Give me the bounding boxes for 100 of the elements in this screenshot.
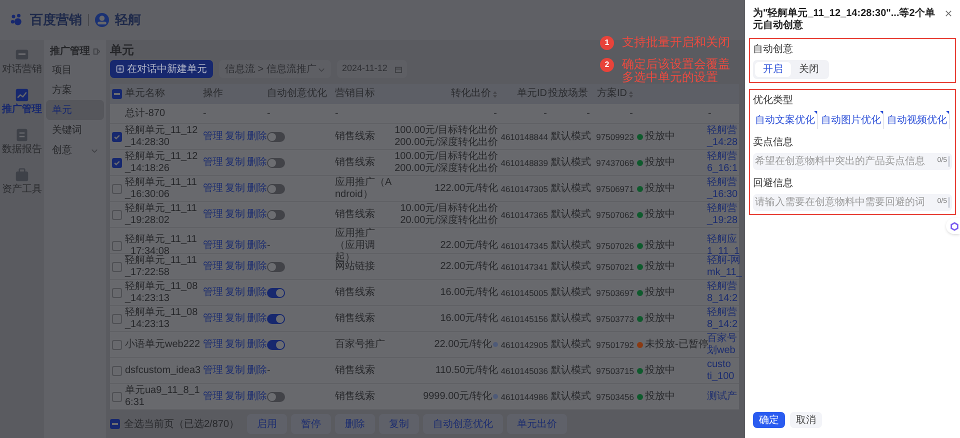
segment-option[interactable]: 关闭 (791, 62, 827, 77)
plan-name-link[interactable]: 轻舸营 (707, 124, 739, 136)
row-checkbox[interactable] (112, 392, 122, 402)
floating-button[interactable] (946, 218, 960, 234)
plan-name-link[interactable]: 轻舸营 (707, 150, 739, 162)
new-unit-button[interactable]: 在对话中新建单元 (110, 60, 213, 78)
batch-button[interactable]: 暂停 (291, 414, 332, 434)
action-link[interactable]: 删除 (247, 390, 267, 402)
row-checkbox[interactable] (112, 158, 122, 168)
action-link[interactable]: 管理 (203, 260, 223, 272)
plan-name-link[interactable]: _19:28 (707, 214, 739, 226)
plan-name-link[interactable]: 轻舸营 (707, 306, 739, 318)
nav-item[interactable]: 单元 (46, 100, 104, 120)
action-link[interactable]: 管理 (203, 390, 223, 402)
action-link[interactable]: 复制 (225, 260, 245, 272)
toggle-switch[interactable] (267, 132, 285, 142)
plan-name-link[interactable]: 8_14:2 (707, 318, 739, 330)
action-link[interactable]: 管理 (203, 156, 223, 168)
select-all-checkbox[interactable] (110, 419, 120, 429)
option-chip[interactable]: 自动视频优化 (885, 111, 950, 129)
plan-name-link[interactable]: 6_16:1 (707, 162, 739, 174)
action-link[interactable]: 删除 (247, 208, 267, 220)
info-icon[interactable] (493, 394, 498, 399)
plan-name-link[interactable]: _14:28 (707, 136, 739, 148)
batch-button[interactable]: 复制 (379, 414, 420, 434)
action-link[interactable]: 管理 (203, 338, 223, 350)
plan-name-link[interactable]: 轻舸营 (707, 280, 739, 292)
option-chip[interactable]: 自动文案优化 (753, 111, 818, 129)
toggle-switch[interactable] (267, 288, 285, 298)
cancel-button[interactable]: 取消 (790, 412, 822, 428)
nav-item[interactable]: 创意 (46, 140, 104, 160)
row-checkbox[interactable] (112, 262, 122, 272)
action-link[interactable]: 复制 (225, 156, 245, 168)
action-link[interactable]: 管理 (203, 286, 223, 298)
action-link[interactable]: 复制 (225, 390, 245, 402)
action-link[interactable]: 删除 (247, 182, 267, 194)
toggle-switch[interactable] (267, 340, 285, 350)
plan-name-link[interactable]: ti_100 (707, 370, 739, 382)
action-link[interactable]: 删除 (247, 240, 267, 252)
toggle-switch[interactable] (267, 314, 285, 324)
action-link[interactable]: 复制 (225, 130, 245, 142)
row-checkbox[interactable] (112, 288, 122, 298)
plan-name-link[interactable]: 轻舸-网 (707, 254, 739, 266)
toggle-switch[interactable] (267, 184, 285, 194)
plan-name-link[interactable]: 轻舸营 (707, 202, 739, 214)
plan-name-link[interactable]: _16:30 (707, 188, 739, 200)
action-link[interactable]: 复制 (225, 286, 245, 298)
plan-id-cell: 97503773 (596, 312, 634, 324)
row-checkbox[interactable] (112, 241, 122, 251)
confirm-button[interactable]: 确定 (753, 412, 785, 428)
action-link[interactable]: 复制 (225, 338, 245, 350)
action-link[interactable]: 删除 (247, 156, 267, 168)
nav-item[interactable]: 关键词 (46, 120, 104, 140)
row-checkbox[interactable] (112, 132, 122, 142)
row-checkbox[interactable] (112, 184, 122, 194)
row-checkbox[interactable] (112, 366, 122, 376)
batch-button[interactable]: 启用 (247, 414, 288, 434)
action-link[interactable]: 管理 (203, 364, 223, 376)
row-checkbox[interactable] (112, 340, 122, 350)
action-link[interactable]: 复制 (225, 364, 245, 376)
action-link[interactable]: 删除 (247, 364, 267, 376)
batch-button[interactable]: 删除 (335, 414, 376, 434)
option-chip[interactable]: 自动图片优化 (819, 111, 884, 129)
action-link[interactable]: 删除 (247, 260, 267, 272)
toggle-switch[interactable] (267, 392, 285, 402)
toggle-switch[interactable] (267, 158, 285, 168)
action-link[interactable]: 删除 (247, 286, 267, 298)
toggle-switch[interactable] (267, 210, 285, 220)
action-link[interactable]: 复制 (225, 208, 245, 220)
batch-button[interactable]: 单元出价 (507, 414, 568, 434)
collapse-icon[interactable] (93, 48, 100, 54)
action-link[interactable]: 管理 (203, 240, 223, 252)
action-link[interactable]: 复制 (225, 312, 245, 324)
rail-item[interactable]: 推广管理 (2, 88, 42, 116)
nav-item[interactable]: 方案 (46, 80, 104, 100)
row-checkbox[interactable] (112, 210, 122, 220)
nav-item[interactable]: 项目 (46, 60, 104, 80)
close-icon[interactable] (945, 10, 952, 17)
action-link[interactable]: 删除 (247, 312, 267, 324)
row-checkbox[interactable] (112, 314, 122, 324)
info-icon[interactable] (493, 342, 498, 347)
action-link[interactable]: 复制 (225, 240, 245, 252)
plan-name-link[interactable]: custo (707, 358, 739, 370)
select-all-checkbox[interactable] (112, 89, 122, 99)
plan-name-link[interactable]: 百家号 (707, 332, 739, 344)
action-link[interactable]: 删除 (247, 130, 267, 142)
action-link[interactable]: 管理 (203, 208, 223, 220)
action-link[interactable]: 管理 (203, 130, 223, 142)
batch-button[interactable]: 自动创意优化 (423, 414, 504, 434)
action-link[interactable]: 管理 (203, 182, 223, 194)
action-link[interactable]: 管理 (203, 312, 223, 324)
plan-name-link[interactable]: 测试产 (707, 390, 739, 402)
segment-option[interactable]: 开启 (755, 62, 791, 77)
plan-name-link[interactable]: 8_14:2 (707, 292, 739, 304)
plan-name-link[interactable]: 轻舸营 (707, 176, 739, 188)
toggle-switch[interactable] (267, 262, 285, 272)
plan-name-link[interactable]: 划web (707, 344, 739, 356)
action-link[interactable]: 复制 (225, 182, 245, 194)
action-link[interactable]: 删除 (247, 338, 267, 350)
plan-name-link[interactable]: 轻舸应 (707, 234, 739, 246)
